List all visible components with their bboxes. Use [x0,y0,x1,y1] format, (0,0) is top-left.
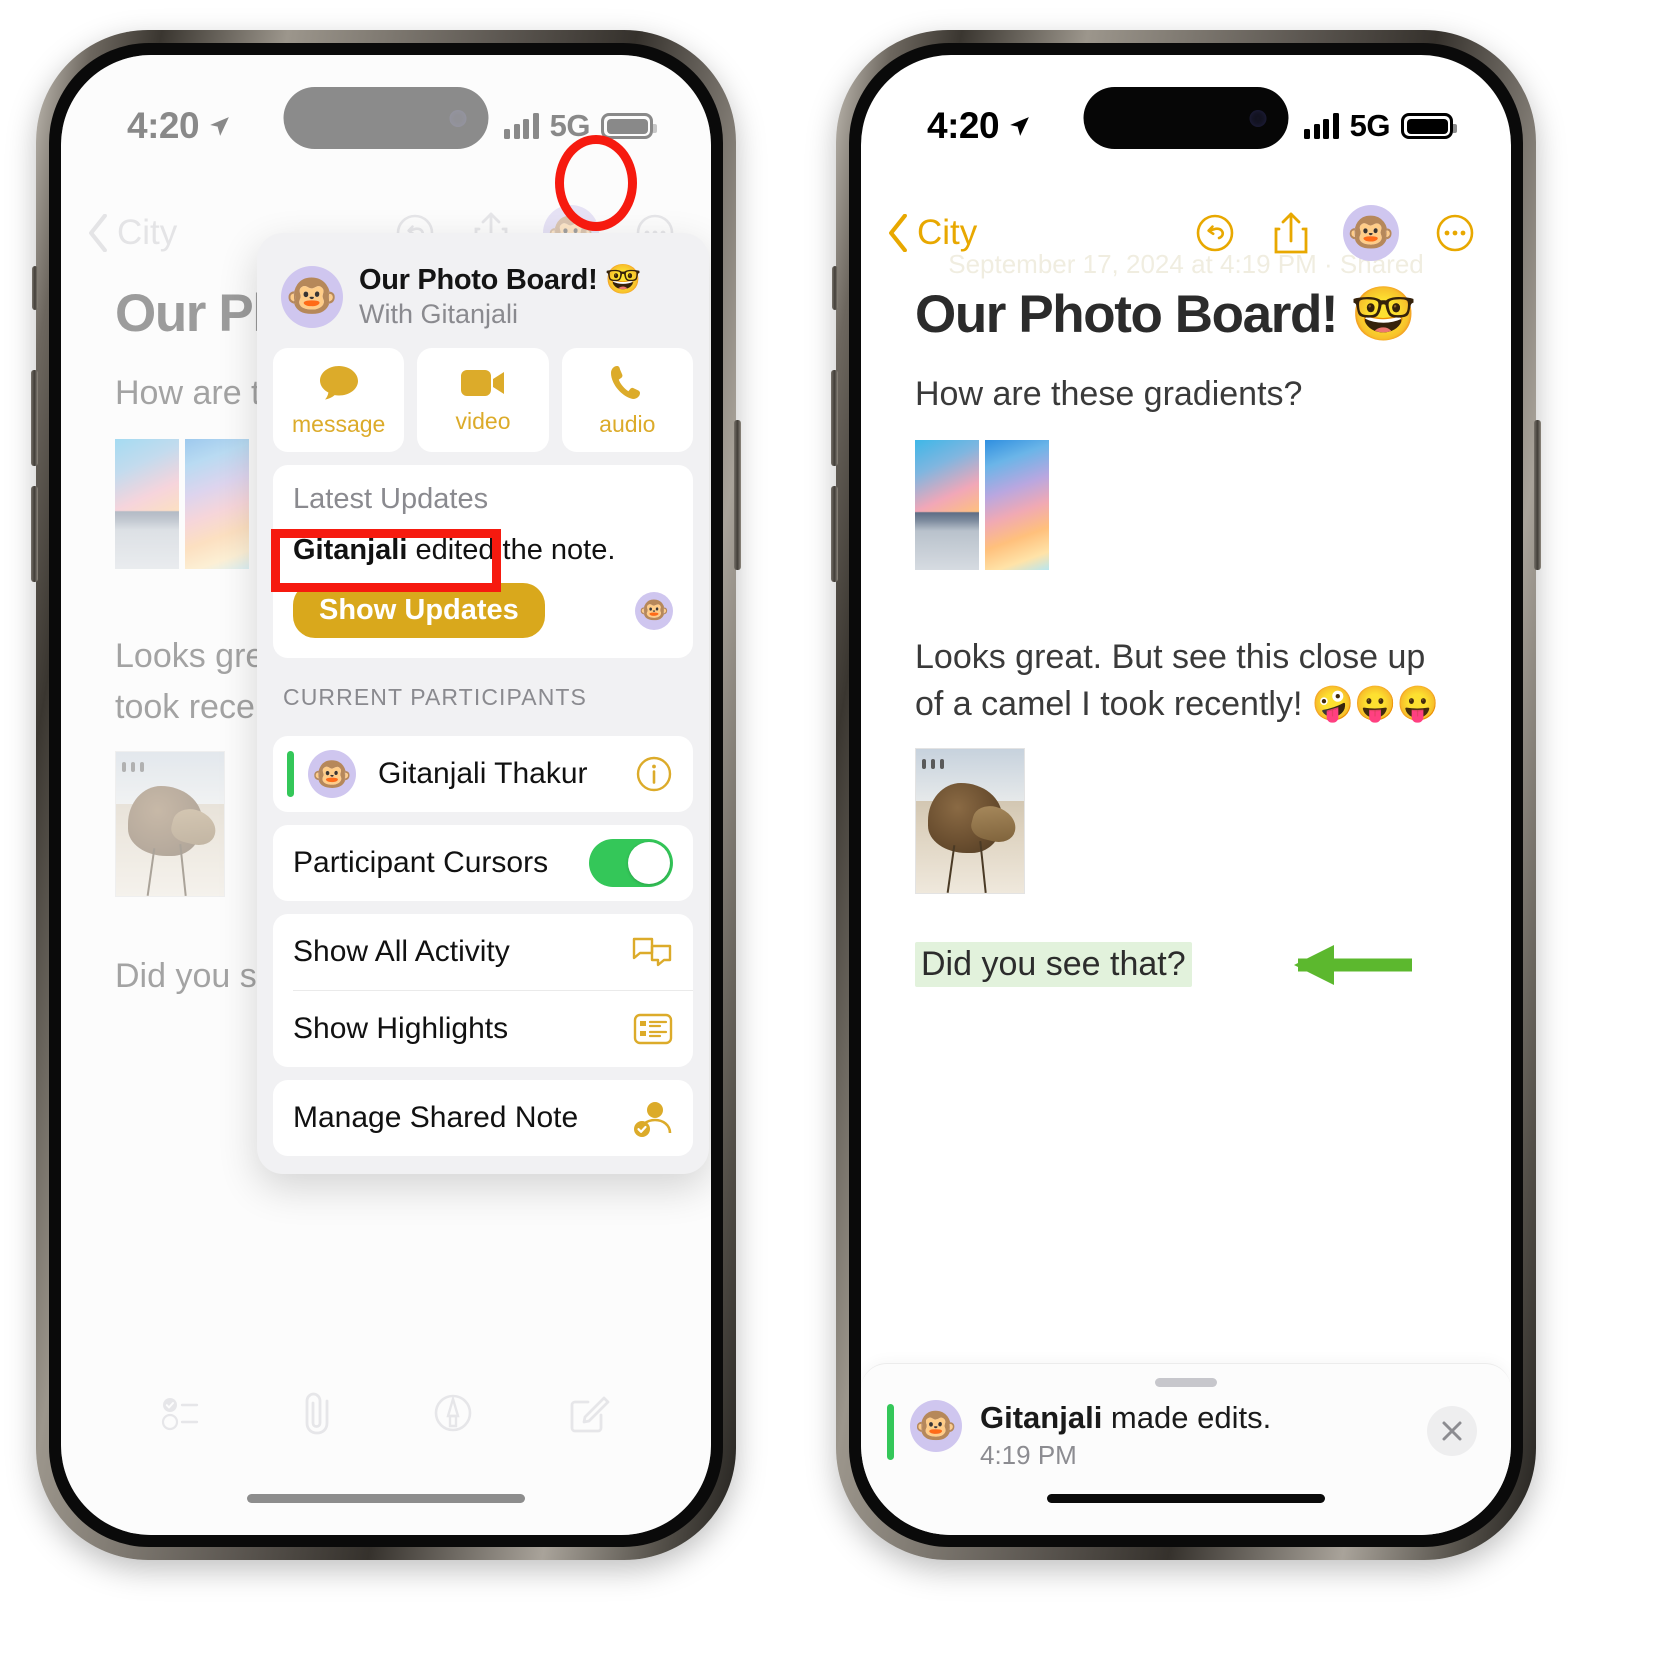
gradient-image-2[interactable] [985,439,1049,570]
front-camera-icon [1249,109,1267,127]
phone-left: 4:20 5G [31,30,741,1560]
cellular-bars-icon [1304,113,1339,139]
note-body-right: Our Photo Board! 🤓 How are these gradien… [861,271,1511,1535]
status-time: 4:20 [927,105,1000,146]
quick-action-message[interactable]: message [273,348,405,452]
menu-item-label: Manage Shared Note [293,1101,579,1134]
update-mini-avatar: 🐵 [635,591,673,630]
participant-cursors-label: Participant Cursors [293,846,549,879]
phone-bezel: 4:20 5G [49,43,723,1547]
participant-cursors-card: Participant Cursors [273,825,693,901]
volume-down-button[interactable] [31,486,38,582]
sheet-grabber[interactable] [1155,1378,1217,1387]
participant-status-bar [287,751,294,797]
activity-text: Gitanjali made edits. [980,1400,1271,1436]
phone-handset-icon [611,365,641,399]
location-arrow-icon [1010,116,1029,136]
gradient-image-1[interactable] [915,439,979,570]
activity-bubbles-icon [632,937,672,967]
phone-bezel: 4:20 5G September 17, 2024 at 4:19 PM · … [849,43,1523,1547]
popup-title: Our Photo Board! 🤓 [359,264,642,296]
activity-avatar: 🐵 [910,1400,962,1452]
participants-section-label: CURRENT PARTICIPANTS [283,684,587,710]
message-bubble-icon [319,365,358,399]
more-ellipsis-icon[interactable] [1433,211,1477,255]
undo-circle-icon[interactable] [1193,211,1237,255]
screen-right: 4:20 5G September 17, 2024 at 4:19 PM · … [861,55,1511,1535]
menu-item-label: Show All Activity [293,935,510,968]
screen-left: 4:20 5G [61,55,711,1535]
highlighted-text: Did you see that? [915,942,1192,988]
activity-time: 4:19 PM [980,1440,1077,1470]
quick-action-audio-label: audio [599,410,656,437]
latest-updates-card: Latest Updates Gitanjali edited the note… [273,465,693,658]
quick-actions-row: message video audio [273,348,693,452]
back-button[interactable]: City [887,213,977,253]
menu-item-show-highlights[interactable]: Show Highlights [273,991,693,1067]
volume-up-button[interactable] [31,370,38,466]
quick-action-message-label: message [292,410,386,437]
menu-item-show-all-activity[interactable]: Show All Activity [273,914,693,990]
quick-action-audio[interactable]: audio [561,348,693,452]
video-camera-icon [460,369,504,396]
note-paragraph-1: How are these gradients? [915,375,1303,413]
close-x-icon[interactable] [1427,1406,1477,1456]
dynamic-island [1083,87,1289,149]
info-circle-icon[interactable] [635,755,673,793]
collaborator-avatar-button[interactable]: 🐵 [1343,205,1399,261]
back-label: City [917,213,978,252]
manage-person-icon [634,1102,672,1137]
phone-right: 4:20 5G September 17, 2024 at 4:19 PM · … [831,30,1541,1560]
participant-name: Gitanjali Thakur [378,757,588,790]
activity-status-bar [887,1404,894,1460]
highlights-list-icon [633,1013,673,1045]
participant-card: 🐵 Gitanjali Thakur [273,736,693,812]
latest-updates-line: Gitanjali edited the note. [293,534,673,567]
participant-avatar: 🐵 [308,750,356,798]
navigation-bar: City 🐵 [861,195,1511,271]
battery-full-icon [1401,113,1457,139]
quick-action-video[interactable]: video [417,348,549,452]
share-up-icon[interactable] [1271,209,1311,257]
participant-cursors-toggle[interactable] [589,839,673,887]
participant-row[interactable]: 🐵 Gitanjali Thakur [273,736,693,812]
note-title: Our Photo Board! 🤓 [915,285,1416,344]
power-button[interactable] [1534,420,1541,570]
menu-card: Show All Activity Show Highlights [273,914,693,1067]
update-actor: Gitanjali [293,534,408,566]
action-button[interactable] [832,266,838,310]
green-arrow-annotation [1293,944,1412,985]
popup-avatar: 🐵 [281,265,343,328]
activity-actor: Gitanjali [980,1400,1103,1435]
highlighted-paragraph-row: Did you see that? [915,942,1457,988]
manage-shared-note-card: Manage Shared Note [273,1080,693,1156]
popup-header: 🐵 Our Photo Board! 🤓 With Gitanjali [273,249,693,348]
share-popup: 🐵 Our Photo Board! 🤓 With Gitanjali mess… [257,233,709,1174]
status-indicators: 5G [1304,108,1457,144]
latest-updates-title: Latest Updates [293,483,489,515]
chevron-left-icon [889,214,907,252]
power-button[interactable] [734,420,741,570]
network-label: 5G [1349,108,1391,143]
note-paragraph-2: Looks great. But see this close up of a … [915,637,1439,723]
activity-banner: 🐵 Gitanjali made edits. 4:19 PM [861,1363,1511,1535]
activity-action: made edits. [1102,1400,1272,1435]
volume-down-button[interactable] [831,486,838,582]
home-indicator[interactable] [1047,1494,1325,1503]
action-button[interactable] [32,266,38,310]
gradient-image-group[interactable] [915,439,1457,570]
participant-cursors-row[interactable]: Participant Cursors [273,825,693,901]
camel-photo[interactable] [915,747,1025,894]
status-clock: 4:20 [927,105,1032,147]
update-text: edited the note. [407,534,616,566]
popup-subtitle: With Gitanjali [359,299,519,329]
menu-item-manage-shared-note[interactable]: Manage Shared Note [273,1080,693,1156]
menu-item-label: Show Highlights [293,1012,509,1045]
show-updates-button[interactable]: Show Updates [293,583,545,638]
quick-action-video-label: video [455,407,511,434]
volume-up-button[interactable] [831,370,838,466]
